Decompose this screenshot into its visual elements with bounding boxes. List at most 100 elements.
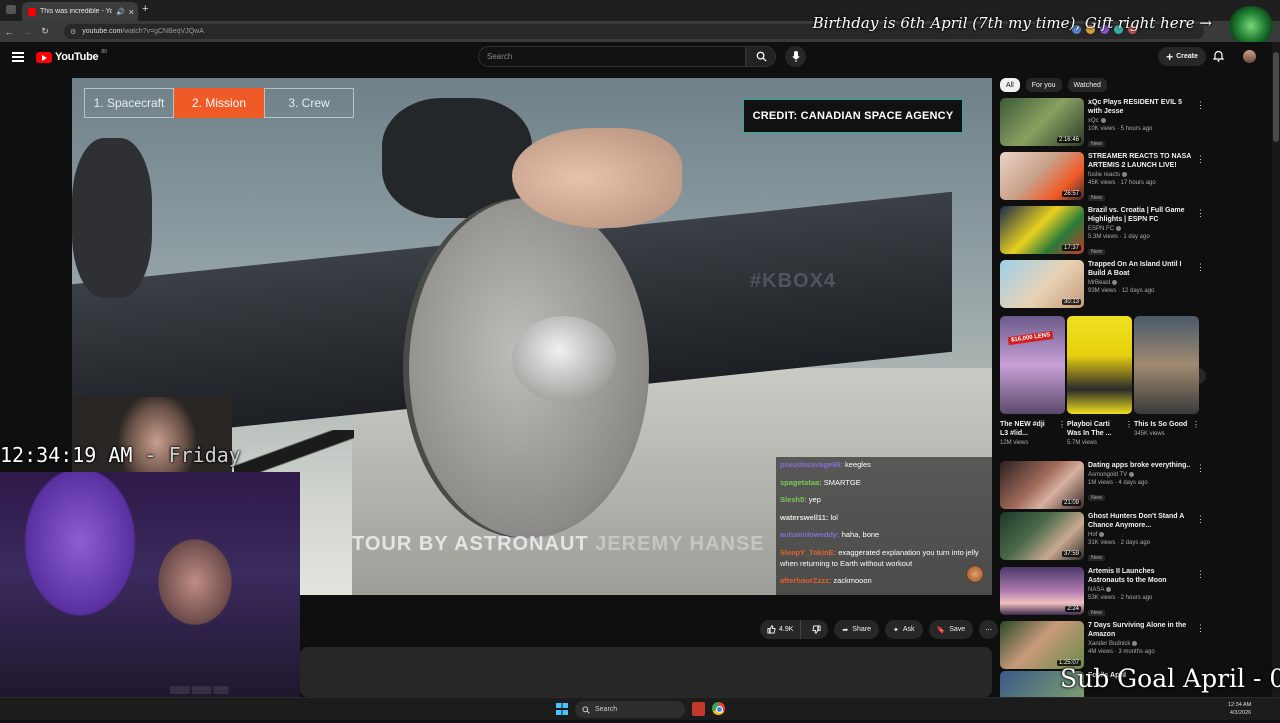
more-options-icon[interactable]: ⋮ (1196, 262, 1205, 273)
chat-text: SMARTGE (823, 477, 861, 487)
chat-message: pseudosavage69: keegles (780, 459, 988, 470)
voice-search-button[interactable] (785, 46, 806, 67)
sub-goal-overlay: Sub Goal April - 0/10 (1060, 664, 1280, 693)
recommended-video[interactable]: 2:16:46 xQc Plays RESIDENT EVIL 5 with J… (1000, 98, 1205, 150)
save-button[interactable]: 🔖 Save (928, 620, 974, 639)
video-stats: 93M views · 12 days ago (1088, 288, 1155, 295)
video-title[interactable]: Brazil vs. Croatia | Full Game Highlight… (1088, 206, 1192, 224)
recommended-video[interactable]: 17:37 Brazil vs. Croatia | Full Game Hig… (1000, 206, 1205, 258)
chrome-icon[interactable] (712, 702, 725, 715)
channel-name[interactable]: NASA (1088, 587, 1192, 593)
more-options-icon[interactable]: ⋮ (1196, 514, 1205, 525)
video-thumbnail[interactable]: 17:37 (1000, 206, 1084, 254)
short-thumbnail[interactable] (1067, 316, 1132, 414)
video-thumbnail[interactable]: 1:25:07 (1000, 621, 1084, 669)
back-icon[interactable]: ← (0, 27, 18, 37)
chip-for-you[interactable]: For you (1025, 78, 1062, 92)
like-count: 4.9K (779, 626, 794, 633)
more-options-icon[interactable]: ⋮ (1196, 154, 1205, 165)
share-button[interactable]: ➦ Share (834, 620, 879, 639)
short-thumbnail[interactable] (1134, 316, 1199, 414)
chip-watched[interactable]: Watched (1067, 78, 1107, 92)
account-avatar[interactable] (1243, 50, 1256, 63)
windows-start-icon[interactable] (556, 703, 568, 715)
page-scrollbar[interactable] (1272, 42, 1280, 697)
more-options-icon[interactable]: ⋮ (1196, 463, 1205, 474)
more-options-icon[interactable]: ⋮ (1196, 569, 1205, 580)
video-title[interactable]: Artemis II Launches Astronauts to the Mo… (1088, 567, 1192, 585)
video-title[interactable]: STREAMER REACTS TO NASA ARTEMIS 2 LAUNCH… (1088, 152, 1192, 170)
channel-name[interactable]: MrBeast (1088, 280, 1192, 286)
notifications-bell-icon[interactable] (1212, 50, 1225, 65)
video-thumbnail[interactable]: 26:57 (1000, 152, 1084, 200)
recommended-video[interactable]: 21:09 Dating apps broke everything.. Asm… (1000, 461, 1205, 513)
recommended-video[interactable]: 37:59 Ghost Hunters Don't Stand A Chance… (1000, 512, 1205, 564)
chat-username: SleepY_TokinE: (780, 547, 837, 557)
video-thumbnail[interactable]: 2:24 (1000, 567, 1084, 615)
short-views: 345K views (1134, 431, 1165, 437)
video-title[interactable]: Dating apps broke everything.. (1088, 461, 1192, 470)
more-options-icon[interactable]: ⋮ (1196, 623, 1205, 634)
video-title[interactable]: Trapped On An Island Until I Build A Boa… (1088, 260, 1192, 278)
video-thumbnail[interactable]: 37:59 (1000, 512, 1084, 560)
short-title[interactable]: Playboi Carti Was In The ... (1067, 420, 1121, 438)
short-title[interactable]: This Is So Good (1134, 420, 1188, 429)
more-options-icon[interactable]: ⋮ (1192, 420, 1200, 429)
video-title[interactable]: 7 Days Surviving Alone in the Amazon (1088, 621, 1192, 639)
video-stats: 4M views · 3 months ago (1088, 649, 1155, 656)
recommended-video[interactable]: 30:13 Trapped On An Island Until I Build… (1000, 260, 1205, 312)
short-title[interactable]: The NEW #dji L3 #lid... (1000, 420, 1054, 438)
short-thumbnail[interactable]: $16,000 LENS (1000, 316, 1065, 414)
ask-button[interactable]: ✦ Ask (884, 620, 923, 639)
thumbs-down-icon (812, 625, 821, 634)
menu-icon[interactable] (12, 52, 24, 62)
video-stats: 53K views · 2 hours ago (1088, 595, 1153, 602)
video-thumbnail[interactable]: 21:09 (1000, 461, 1084, 509)
channel-name[interactable]: Asmongold TV (1088, 472, 1192, 478)
create-button[interactable]: + Create (1158, 47, 1206, 66)
new-tab-button[interactable]: + (142, 3, 148, 15)
search-input[interactable]: Search (478, 46, 746, 67)
video-title[interactable]: xQc Plays RESIDENT EVIL 5 with Jesse (1088, 98, 1192, 116)
video-thumbnail[interactable]: 30:13 (1000, 260, 1084, 308)
more-options-icon[interactable]: ⋮ (1196, 100, 1205, 111)
youtube-logo[interactable]: YouTube 80 (36, 49, 107, 63)
recommended-video[interactable]: 26:57 STREAMER REACTS TO NASA ARTEMIS 2 … (1000, 152, 1205, 204)
short-overlay-text: $16,000 LENS (1007, 330, 1054, 346)
channel-name[interactable]: ESPN FC (1088, 226, 1192, 232)
reload-icon[interactable]: ↻ (36, 26, 54, 37)
forward-icon[interactable]: → (18, 27, 36, 37)
speaker-icon[interactable]: 🔊 (116, 8, 125, 16)
verified-icon (1116, 226, 1122, 231)
channel-name[interactable]: Hof (1088, 532, 1192, 538)
short-meta: Playboi Carti Was In The ... 5.7M views … (1067, 420, 1133, 446)
recommended-video[interactable]: 2:24 Artemis II Launches Astronauts to t… (1000, 567, 1205, 619)
taskbar-search[interactable]: Search (575, 701, 685, 718)
video-thumbnail[interactable]: 2:16:46 (1000, 98, 1084, 146)
channel-name[interactable]: Xander Budnick (1088, 641, 1192, 647)
tab-search-button[interactable] (6, 5, 16, 14)
close-tab-icon[interactable]: × (129, 7, 134, 17)
channel-name[interactable]: fuslie reacts (1088, 172, 1192, 178)
channel-name[interactable]: xQc (1088, 118, 1192, 124)
new-badge: New (1088, 249, 1106, 256)
more-options-icon[interactable]: ⋮ (1125, 420, 1133, 429)
site-info-icon[interactable]: ⚙ (70, 28, 76, 36)
video-title[interactable]: Ghost Hunters Don't Stand A Chance Anymo… (1088, 512, 1192, 530)
more-actions-icon[interactable]: ⋯ (979, 620, 999, 639)
description-box[interactable] (300, 647, 992, 697)
dislike-button[interactable] (805, 620, 828, 639)
like-button[interactable]: 4.9K (760, 620, 802, 639)
search-button[interactable] (746, 46, 776, 67)
more-options-icon[interactable]: ⋮ (1196, 208, 1205, 219)
browser-tab[interactable]: This was incredible - YouTube 🔊 × (22, 2, 138, 21)
short-views: 12M views (1000, 440, 1029, 446)
taskbar-clock[interactable]: 12:34 AM 4/3/2026 (1228, 701, 1251, 717)
taskbar-app-icon[interactable] (692, 702, 705, 716)
like-dislike-group: 4.9K (760, 620, 829, 639)
chip-all[interactable]: All (1000, 78, 1020, 92)
more-options-icon[interactable]: ⋮ (1058, 420, 1066, 429)
chat-username: afterhourZzzz: (780, 576, 832, 585)
video-caption: TOUR BY ASTRONAUT JEREMY HANSE (352, 533, 765, 555)
stream-clock: 12:34:19 AM - Friday (0, 443, 241, 467)
